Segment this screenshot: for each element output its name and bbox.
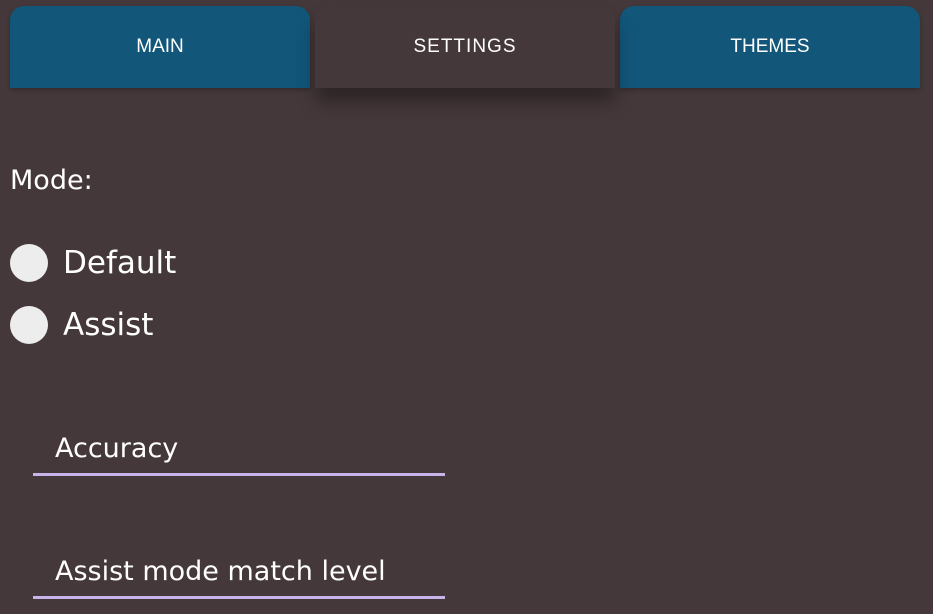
tab-main-label: MAIN (136, 36, 184, 57)
match-level-input[interactable] (33, 547, 445, 596)
tab-settings[interactable]: SETTINGS (315, 6, 615, 88)
match-level-field-container (33, 547, 445, 599)
radio-option-default[interactable]: Default (10, 239, 176, 287)
accuracy-input[interactable] (33, 424, 445, 473)
tab-themes[interactable]: THEMES (620, 6, 920, 88)
radio-button-default[interactable] (10, 244, 48, 282)
radio-label-assist: Assist (63, 307, 154, 343)
radio-label-default: Default (63, 245, 177, 281)
mode-label: Mode: (10, 165, 93, 196)
tab-themes-label: THEMES (730, 36, 810, 57)
radio-button-assist[interactable] (10, 306, 48, 344)
radio-option-assist[interactable]: Assist (10, 301, 153, 349)
tab-main[interactable]: MAIN (10, 6, 310, 88)
accuracy-field-container (33, 424, 445, 476)
tab-settings-label: SETTINGS (413, 36, 517, 57)
